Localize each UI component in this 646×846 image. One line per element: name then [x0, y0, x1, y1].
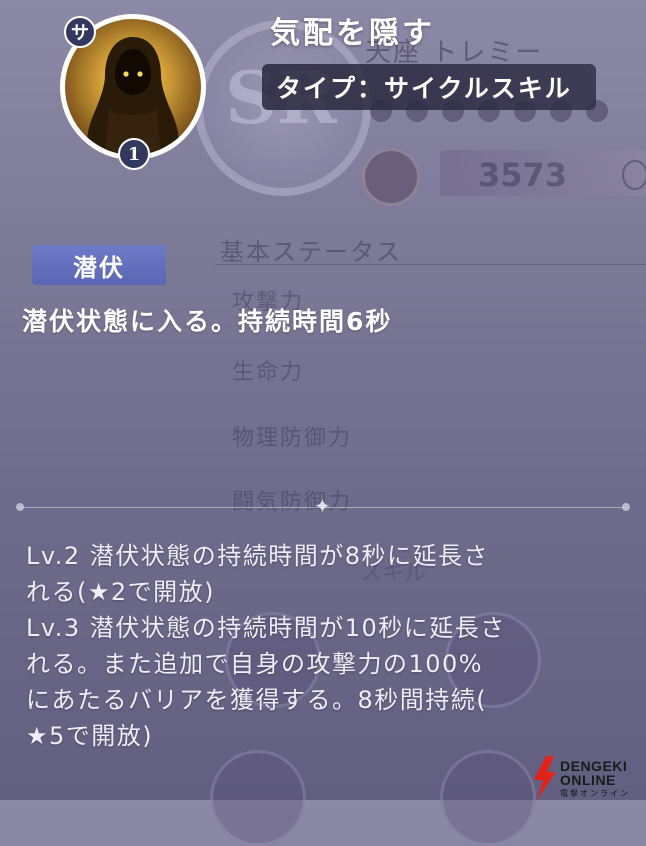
level-bonus-text: Lv.3 潜伏状態の持続時間が10秒に延長さ	[26, 614, 506, 642]
effect-tag: 潜伏	[32, 245, 166, 285]
stat-label: 生命力	[232, 360, 305, 385]
skill-title: 気配を隠す	[270, 16, 435, 51]
level-bonus-text: ★5で開放)	[26, 722, 154, 750]
sparkle-icon: ✦	[314, 494, 331, 518]
level-bonus-text: れる。また追加で自身の攻撃力の100%	[26, 650, 484, 678]
divider-dot	[622, 503, 630, 511]
level-bonus-text: Lv.2 潜伏状態の持続時間が8秒に延長さ	[26, 542, 490, 570]
skill-type-badge: サ	[64, 16, 96, 48]
power-icon	[362, 148, 420, 206]
skill-type-label: タイプ：サイクルスキル	[262, 64, 596, 110]
stat-label: 物理防御力	[232, 426, 353, 451]
skill-slot	[210, 750, 306, 846]
effect-description: 潜伏状態に入る。持続時間6秒	[22, 307, 393, 336]
level-bonus-text: にあたるバリアを獲得する。8秒間持続(	[26, 686, 488, 714]
level-bonus-list: Lv.2 潜伏状態の持続時間が8秒に延長さ れる(★2で開放) Lv.3 潜伏状…	[26, 538, 626, 754]
power-bar	[440, 150, 646, 196]
section-divider	[215, 264, 646, 265]
section-title: 基本ステータス	[220, 238, 402, 266]
watermark-line3: 電撃オンライン	[560, 789, 630, 798]
dengeki-watermark: DENGEKI ONLINE 電撃オンライン	[532, 756, 646, 800]
chevron-right-icon	[622, 160, 646, 190]
level-bonus-text: れる(★2で開放)	[26, 578, 216, 606]
skill-slot	[440, 750, 536, 846]
stat-label: 闘気防御力	[232, 490, 353, 515]
skill-level-badge: 1	[118, 138, 150, 170]
power-value: 3573	[478, 156, 568, 194]
lightning-bolt-icon	[534, 756, 556, 800]
divider-dot	[16, 503, 24, 511]
watermark-line2: ONLINE	[560, 772, 616, 788]
